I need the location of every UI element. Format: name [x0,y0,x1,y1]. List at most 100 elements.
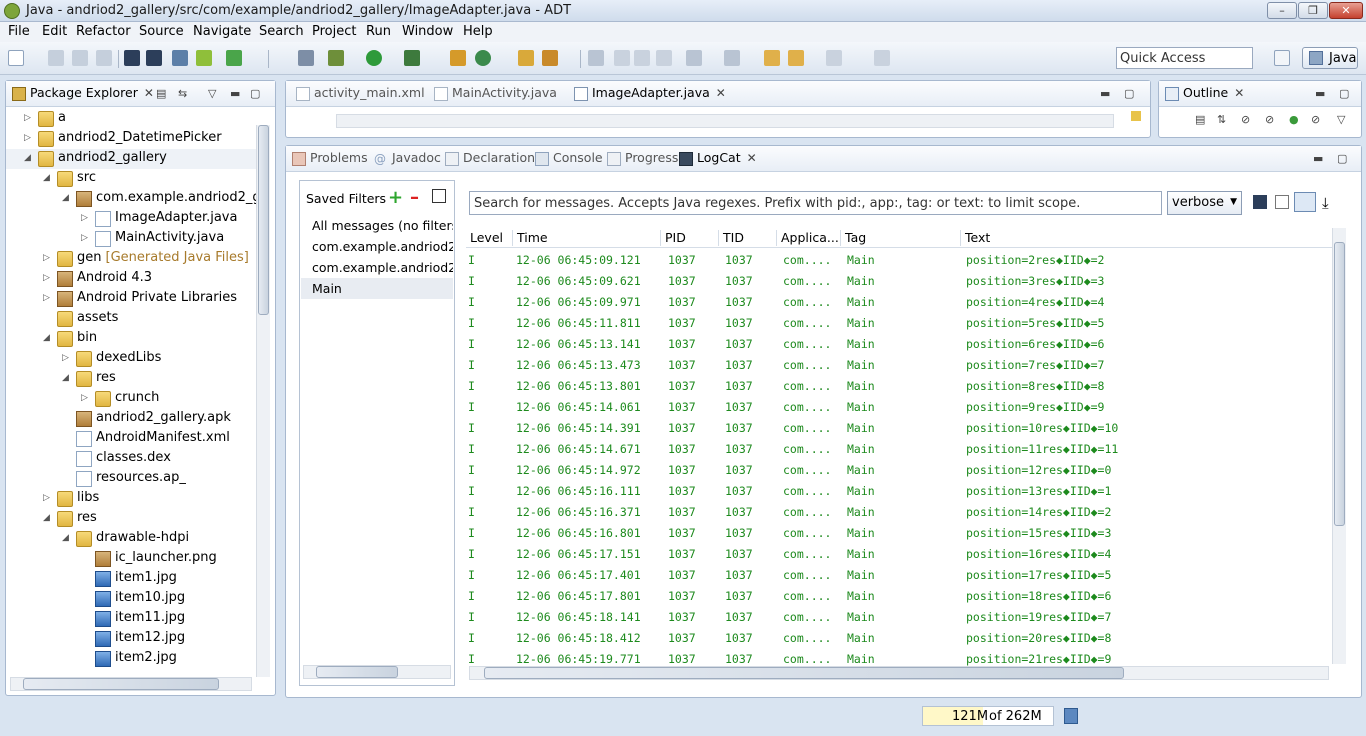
tree-scroll-thumb[interactable] [258,125,269,315]
clear-log-icon[interactable] [1275,195,1289,209]
filter-all-messages[interactable]: All messages (no filters) [301,215,453,236]
log-row[interactable]: I 12-06 06:45:14.671 1037 1037 com.... Main po… [466,439,1332,460]
tree-vertical-scrollbar[interactable] [256,125,270,677]
log-row[interactable]: I 12-06 06:45:16.111 1037 1037 com.... Main po… [466,481,1332,502]
expanded-arrow-icon[interactable]: ◢ [62,533,69,543]
expanded-arrow-icon[interactable]: ◢ [62,373,69,383]
open-perspective-icon[interactable] [1274,50,1290,66]
tree-item[interactable]: ▷ andriod2_DatetimePicker [6,129,256,149]
prev-annotation-icon[interactable] [724,50,740,66]
annotation-icon[interactable] [588,50,604,66]
run-gc-icon[interactable] [1064,708,1078,724]
close-tab-icon[interactable]: ✕ [1234,86,1244,100]
col-tag[interactable]: Tag [840,230,960,246]
log-level-select[interactable]: verbose ▼ [1167,191,1242,215]
log-row[interactable]: I 12-06 06:45:17.801 1037 1037 com.... Main po… [466,586,1332,607]
log-row[interactable]: I 12-06 06:45:11.811 1037 1037 com.... Main po… [466,313,1332,334]
avd-manager-icon[interactable] [196,50,212,66]
menu-help[interactable]: Help [463,24,493,39]
tree-item[interactable]: ◢ drawable-hdpi [6,529,256,549]
collapsed-arrow-icon[interactable]: ▷ [81,213,88,223]
log-row[interactable]: I 12-06 06:45:19.771 1037 1037 com.... Main po… [466,649,1332,666]
collapse-all-icon[interactable]: ▤ [1195,113,1205,126]
new-class-icon[interactable] [475,50,491,66]
maximize-button[interactable]: ❐ [1298,2,1328,19]
debug-icon[interactable] [328,50,344,66]
print-icon[interactable] [96,50,112,66]
collapsed-arrow-icon[interactable]: ▷ [24,113,31,123]
tree-item[interactable]: ◢ com.example.andriod2_gall [6,189,256,209]
block-selection-icon[interactable] [656,50,672,66]
tree-item[interactable]: item10.jpg [6,589,256,609]
log-row[interactable]: I 12-06 06:45:13.141 1037 1037 com.... Main po… [466,334,1332,355]
tree-item[interactable]: ▷ Android Private Libraries [6,289,256,309]
tab-imageadapter-java[interactable]: ImageAdapter.java ✕ [572,85,726,105]
tree-item[interactable]: andriod2_gallery.apk [6,409,256,429]
tree-item[interactable]: ▷ Android 4.3 [6,269,256,289]
menu-search[interactable]: Search [259,24,304,39]
pen-icon[interactable] [614,50,630,66]
tree-item[interactable]: ◢ andriod2_gallery [6,149,256,169]
back-icon[interactable] [788,50,804,66]
save-log-icon[interactable] [1253,195,1267,209]
tab-package-explorer[interactable]: Package Explorer ✕ [10,85,154,105]
hide-fields-icon[interactable]: ⊘ [1241,113,1250,126]
collapsed-arrow-icon[interactable]: ▷ [43,493,50,503]
minimize-view-icon[interactable]: ▬ [1313,152,1323,165]
collapse-all-icon[interactable]: ▤ [156,87,166,100]
logcat-vertical-scrollbar[interactable] [1332,228,1346,664]
new-icon[interactable] [8,50,24,66]
menu-edit[interactable]: Edit [42,24,67,39]
save-all-icon[interactable] [72,50,88,66]
last-edit-icon[interactable] [764,50,780,66]
upload-icon[interactable] [124,50,140,66]
logcat-scroll-thumb[interactable] [1334,242,1345,526]
tree-item[interactable]: ▷ crunch [6,389,256,409]
tree-item[interactable]: ic_launcher.png [6,549,256,569]
col-application[interactable]: Applica... [776,230,840,246]
tab-declaration[interactable]: Declaration [443,150,535,170]
menu-navigate[interactable]: Navigate [193,24,251,39]
log-row[interactable]: I 12-06 06:45:09.121 1037 1037 com.... Main po… [466,250,1332,271]
minimize-view-icon[interactable]: ▬ [1100,87,1110,100]
logcat-hscroll-thumb[interactable] [484,667,1124,679]
filters-horizontal-scrollbar[interactable] [303,665,451,679]
pin-editor-icon[interactable] [874,50,890,66]
minimize-view-icon[interactable]: ▬ [230,87,240,100]
scroll-lock-icon[interactable]: ⤓ [1322,194,1329,212]
col-pid[interactable]: PID [660,230,718,246]
tree-horizontal-scrollbar[interactable] [10,677,252,691]
col-tid[interactable]: TID [718,230,776,246]
link-editor-icon[interactable]: ⇆ [178,87,187,100]
edit-filter-icon[interactable] [432,189,446,203]
maximize-view-icon[interactable]: ▢ [1124,87,1134,100]
filter-item[interactable]: com.example.andriod2_v [301,236,453,257]
collapsed-arrow-icon[interactable]: ▷ [81,393,88,403]
tab-javadoc[interactable]: @ Javadoc [372,150,441,170]
log-row[interactable]: I 12-06 06:45:18.412 1037 1037 com.... Main po… [466,628,1332,649]
hide-nonpublic-icon[interactable]: ● [1289,113,1299,126]
save-icon[interactable] [48,50,64,66]
log-row[interactable]: I 12-06 06:45:17.401 1037 1037 com.... Main po… [466,565,1332,586]
log-row[interactable]: I 12-06 06:45:14.061 1037 1037 com.... Main po… [466,397,1332,418]
collapsed-arrow-icon[interactable]: ▷ [24,133,31,143]
tab-mainactivity-java[interactable]: MainActivity.java [432,85,557,105]
collapsed-arrow-icon[interactable]: ▷ [62,353,69,363]
minimize-view-icon[interactable]: ▬ [1315,87,1325,100]
add-filter-icon[interactable]: + [388,187,403,208]
run-icon[interactable] [366,50,382,66]
menu-refactor[interactable]: Refactor [76,24,131,39]
tree-item[interactable]: item2.jpg [6,649,256,669]
close-tab-icon[interactable]: ✕ [747,151,757,165]
log-row[interactable]: I 12-06 06:45:16.371 1037 1037 com.... Main po… [466,502,1332,523]
download-icon[interactable] [146,50,162,66]
run-external-icon[interactable] [404,50,420,66]
log-row[interactable]: I 12-06 06:45:18.141 1037 1037 com.... Main po… [466,607,1332,628]
menu-source[interactable]: Source [139,24,184,39]
tab-problems[interactable]: Problems [290,150,368,170]
remove-filter-icon[interactable]: – [410,187,419,208]
hide-local-types-icon[interactable]: ⊘ [1311,113,1320,126]
expanded-arrow-icon[interactable]: ◢ [62,193,69,203]
close-tab-icon[interactable]: ✕ [144,86,154,100]
collapsed-arrow-icon[interactable]: ▷ [43,253,50,263]
